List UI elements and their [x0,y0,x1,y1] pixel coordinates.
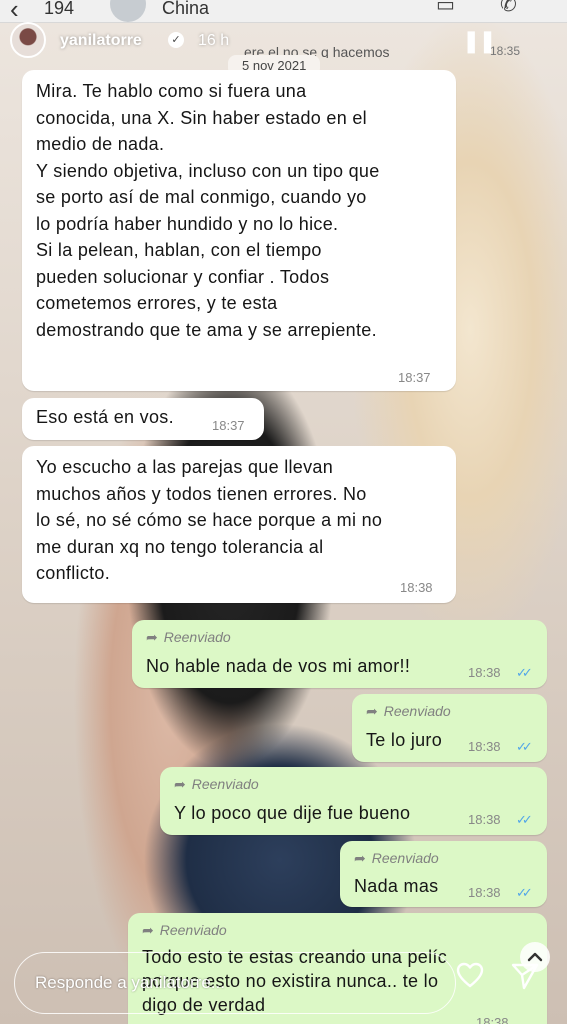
avatar[interactable] [110,0,146,22]
send-icon[interactable] [510,962,540,990]
chat-bubble-incoming[interactable]: Mira. Te hablo como si fuera una conocid… [22,70,456,391]
story-username[interactable]: yanilatorre [60,32,142,50]
message-line: se porto así de mal conmigo, cuando yo [36,187,367,207]
forward-icon: ➦ [146,629,158,645]
message-line: cometemos errores, y te esta [36,293,278,313]
message-line: Si la pelean, hablan, con el tiempo [36,240,322,260]
forward-icon: ➦ [354,850,366,866]
read-checks-icon: ✓✓ [516,665,533,680]
verified-badge-icon: ✓ [168,32,184,48]
forwarded-label: ➦ Reenviado [366,703,451,719]
message-line: conflicto. [36,563,111,583]
chat-bubble-outgoing[interactable]: ➦ Reenviado Y lo poco que dije fue bueno … [160,767,547,835]
message-time: 18:38 [468,739,501,754]
read-checks-icon: ✓✓ [516,812,533,827]
unread-count: 194 [44,0,75,18]
whatsapp-header: ‹ 194 China ▭ ✆ [0,0,567,23]
chat-bubble-outgoing[interactable]: ➦ Reenviado Te lo juro 18:38 ✓✓ [352,694,547,762]
heart-icon[interactable] [456,962,484,988]
message-time: 18:38 [476,1015,509,1024]
chat-bubble-incoming[interactable]: Yo escucho a las parejas que llevan much… [22,446,456,603]
message-time: 18:38 [468,885,501,900]
message-line: Mira. Te hablo como si fuera una [36,81,307,101]
chat-bubble-outgoing[interactable]: ➦ Reenviado No hable nada de vos mi amor!… [132,620,547,688]
message-line: Eso está en vos. [36,407,174,427]
read-checks-icon: ✓✓ [516,739,533,754]
message-time: 18:37 [398,370,431,385]
chat-bubble-incoming[interactable]: Eso está en vos. 18:37 [22,398,264,440]
chat-bubble-outgoing[interactable]: ➦ Reenviado Nada mas 18:38 ✓✓ [340,841,547,907]
message-time: 18:38 [468,812,501,827]
message-line: lo sé, no sé cómo se hace porque a mi no [36,510,383,530]
message-time: 18:38 [400,580,433,595]
message-line: Y siendo objetiva, incluso con un tipo q… [36,160,380,181]
video-call-icon[interactable]: ▭ [436,0,455,17]
read-checks-icon: ✓✓ [516,885,533,900]
message-line: Y lo poco que dije fue bueno [174,803,411,823]
forward-icon: ➦ [366,703,378,719]
forwarded-label: ➦ Reenviado [354,850,439,866]
phone-icon[interactable]: ✆ [500,0,517,17]
message-line: demostrando que te ama y se arrepiente. [36,319,377,340]
forwarded-label: ➦ Reenviado [174,776,259,792]
forward-icon: ➦ [142,922,154,938]
cut-message-time: 18:35 [490,44,521,58]
message-line: conocida, una X. Sin haber estado en el [36,107,367,128]
message-line: pueden solucionar y confiar . Todos [36,266,330,287]
contact-name[interactable]: China [162,0,209,19]
message-line: Yo escucho a las parejas que llevan [36,457,334,477]
message-line: medio de nada. [36,134,165,154]
forward-icon: ➦ [174,776,186,792]
forwarded-label: ➦ Reenviado [142,922,227,938]
story-reply-input[interactable]: Responde a yanilatorre... [14,952,456,1014]
message-line: lo podría haber hundido y no lo hice. [36,213,339,234]
message-line: muchos años y todos tienen errores. No [36,483,367,504]
back-arrow-icon[interactable]: ‹ [10,0,19,22]
message-time: 18:37 [212,418,245,433]
message-line: Te lo juro [366,730,443,750]
message-line: No hable nada de vos mi amor!! [146,656,411,676]
story-avatar[interactable] [10,22,46,58]
message-line: Nada mas [354,876,439,896]
message-time: 18:38 [468,665,501,680]
forwarded-label: ➦ Reenviado [146,629,231,645]
story-time: 16 h [198,32,230,49]
message-line: me duran xq no tengo tolerancia al [36,536,324,557]
reply-placeholder: Responde a yanilatorre... [35,973,225,992]
